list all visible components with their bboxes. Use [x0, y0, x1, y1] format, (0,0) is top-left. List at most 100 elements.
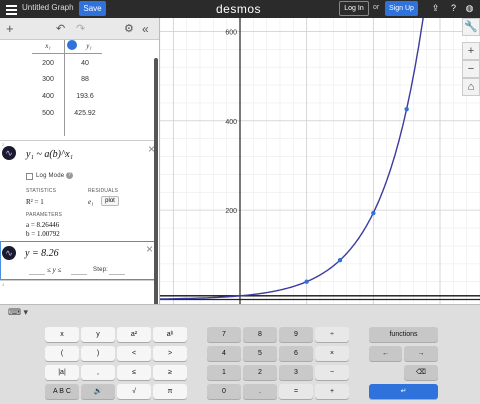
- key-comma[interactable]: ,: [81, 365, 115, 380]
- table-cell[interactable]: 500: [33, 110, 63, 117]
- key-multiply[interactable]: ×: [315, 346, 349, 361]
- log-mode-label: Log Mode: [36, 173, 65, 179]
- key-power[interactable]: aᵇ: [153, 327, 187, 342]
- backspace-icon[interactable]: ⌫: [404, 365, 438, 380]
- or-text: or: [373, 4, 380, 11]
- table-header-y[interactable]: y₁: [74, 42, 104, 50]
- table-cell[interactable]: 400: [33, 93, 63, 100]
- residuals-label: RESIDUALS: [88, 188, 119, 194]
- graph-title[interactable]: Untitled Graph: [22, 3, 74, 12]
- domain-max-input[interactable]: [71, 268, 87, 275]
- log-mode-help-icon[interactable]: ?: [66, 172, 73, 179]
- expression-toolbar: + ↶ ↷ ⚙ «: [0, 18, 159, 40]
- y-tick-label: 200: [225, 208, 237, 215]
- table-cell[interactable]: 40: [70, 60, 100, 67]
- data-point: [404, 106, 409, 112]
- y-tick-label: 600: [225, 29, 237, 36]
- speaker-icon[interactable]: 🔊: [81, 384, 115, 399]
- key-y[interactable]: y: [81, 327, 115, 342]
- save-button[interactable]: Save: [79, 1, 106, 16]
- table-cell[interactable]: 88: [70, 76, 100, 83]
- key-7[interactable]: 7: [207, 327, 241, 342]
- undo-icon[interactable]: ↶: [56, 21, 65, 37]
- key-sqrt[interactable]: √: [117, 384, 151, 399]
- key-divide[interactable]: ÷: [315, 327, 349, 342]
- signup-button[interactable]: Sign Up: [385, 1, 418, 16]
- active-expression[interactable]: ∿ y = 8.26 × ≤ y ≤ Step:: [0, 241, 158, 280]
- key-minus[interactable]: −: [315, 365, 349, 380]
- domain-inequality: ≤ y ≤: [47, 266, 62, 274]
- panel-scrollbar[interactable]: [154, 58, 158, 304]
- table-cell[interactable]: 200: [33, 60, 63, 67]
- key-0[interactable]: 0: [207, 384, 241, 399]
- key-equals[interactable]: =: [279, 384, 313, 399]
- add-expression-icon[interactable]: +: [6, 21, 14, 37]
- zoom-in-button[interactable]: +: [462, 42, 480, 60]
- keyboard-toggle-icon[interactable]: ⌨ ▾: [8, 307, 36, 317]
- key-6[interactable]: 6: [279, 346, 313, 361]
- data-point: [337, 258, 343, 263]
- table-cell[interactable]: 193.6: [70, 93, 100, 100]
- key-plus[interactable]: +: [315, 384, 349, 399]
- left-arrow-icon[interactable]: ←: [369, 346, 402, 361]
- delete-expression-icon[interactable]: ×: [146, 242, 153, 256]
- desmos-app: Untitled Graph Save desmos Log In or Sig…: [0, 0, 480, 404]
- right-arrow-icon[interactable]: →: [404, 346, 438, 361]
- data-point: [371, 210, 376, 216]
- y-tick-label: 400: [225, 119, 237, 126]
- key-3[interactable]: 3: [279, 365, 313, 380]
- regression-expression[interactable]: y₁ ~ a(b)^x₁: [26, 149, 73, 160]
- key-5[interactable]: 5: [243, 346, 277, 361]
- r-squared-value: R² = 1: [26, 198, 44, 206]
- key-abc[interactable]: A B C: [45, 384, 79, 399]
- key-greater-than[interactable]: >: [153, 346, 187, 361]
- step-input[interactable]: [109, 268, 125, 275]
- key-1[interactable]: 1: [207, 365, 241, 380]
- key-9[interactable]: 9: [279, 327, 313, 342]
- help-icon[interactable]: ?: [448, 3, 459, 14]
- table-column-divider: [64, 40, 65, 136]
- redo-icon[interactable]: ↷: [76, 21, 85, 37]
- key-greater-equal[interactable]: ≥: [153, 365, 187, 380]
- expression-input[interactable]: y = 8.26: [25, 248, 59, 259]
- key-open-paren[interactable]: (: [45, 346, 79, 361]
- wrench-icon[interactable]: 🔧: [462, 18, 480, 36]
- plot-residuals-button[interactable]: plot: [101, 196, 119, 206]
- table-header-x[interactable]: x₁: [33, 42, 63, 50]
- key-close-paren[interactable]: ): [81, 346, 115, 361]
- home-icon[interactable]: ⌂: [462, 78, 480, 96]
- table-cell[interactable]: 300: [33, 76, 63, 83]
- zoom-out-button[interactable]: −: [462, 60, 480, 78]
- graph-svg[interactable]: -2000200400600200400600: [160, 18, 480, 304]
- enter-icon[interactable]: ↵: [369, 384, 438, 399]
- parameter-a: a = 8.26446: [26, 221, 60, 229]
- share-icon[interactable]: ⇪: [430, 3, 441, 14]
- globe-icon[interactable]: ◍: [464, 3, 475, 14]
- menu-icon[interactable]: [6, 3, 17, 15]
- log-mode-checkbox[interactable]: [26, 173, 33, 180]
- key-8[interactable]: 8: [243, 327, 277, 342]
- expression-color-icon[interactable]: ∿: [2, 246, 16, 260]
- key-pi[interactable]: π: [153, 384, 187, 399]
- graph-canvas[interactable]: -2000200400600200400600: [160, 18, 480, 304]
- collapse-panel-icon[interactable]: «: [142, 21, 149, 37]
- settings-gear-icon[interactable]: ⚙: [124, 21, 134, 37]
- functions-button[interactable]: functions: [369, 327, 438, 342]
- key-x[interactable]: x: [45, 327, 79, 342]
- key-absolute[interactable]: |a|: [45, 365, 79, 380]
- parameters-label: PARAMETERS: [26, 212, 63, 218]
- table-cell[interactable]: 425.92: [70, 110, 100, 117]
- parameter-b: b = 1.00792: [26, 230, 60, 238]
- desmos-logo: desmos: [216, 2, 262, 16]
- key-less-than[interactable]: <: [117, 346, 151, 361]
- key-4[interactable]: 4: [207, 346, 241, 361]
- key-less-equal[interactable]: ≤: [117, 365, 151, 380]
- statistics-label: STATISTICS: [26, 188, 57, 194]
- top-bar: Untitled Graph Save desmos Log In or Sig…: [0, 0, 480, 18]
- domain-min-input[interactable]: [29, 268, 45, 275]
- key-squared[interactable]: a²: [117, 327, 151, 342]
- key-2[interactable]: 2: [243, 365, 277, 380]
- login-button[interactable]: Log In: [339, 1, 369, 16]
- key-decimal[interactable]: .: [243, 384, 277, 399]
- regression-color-icon[interactable]: ∿: [2, 146, 16, 160]
